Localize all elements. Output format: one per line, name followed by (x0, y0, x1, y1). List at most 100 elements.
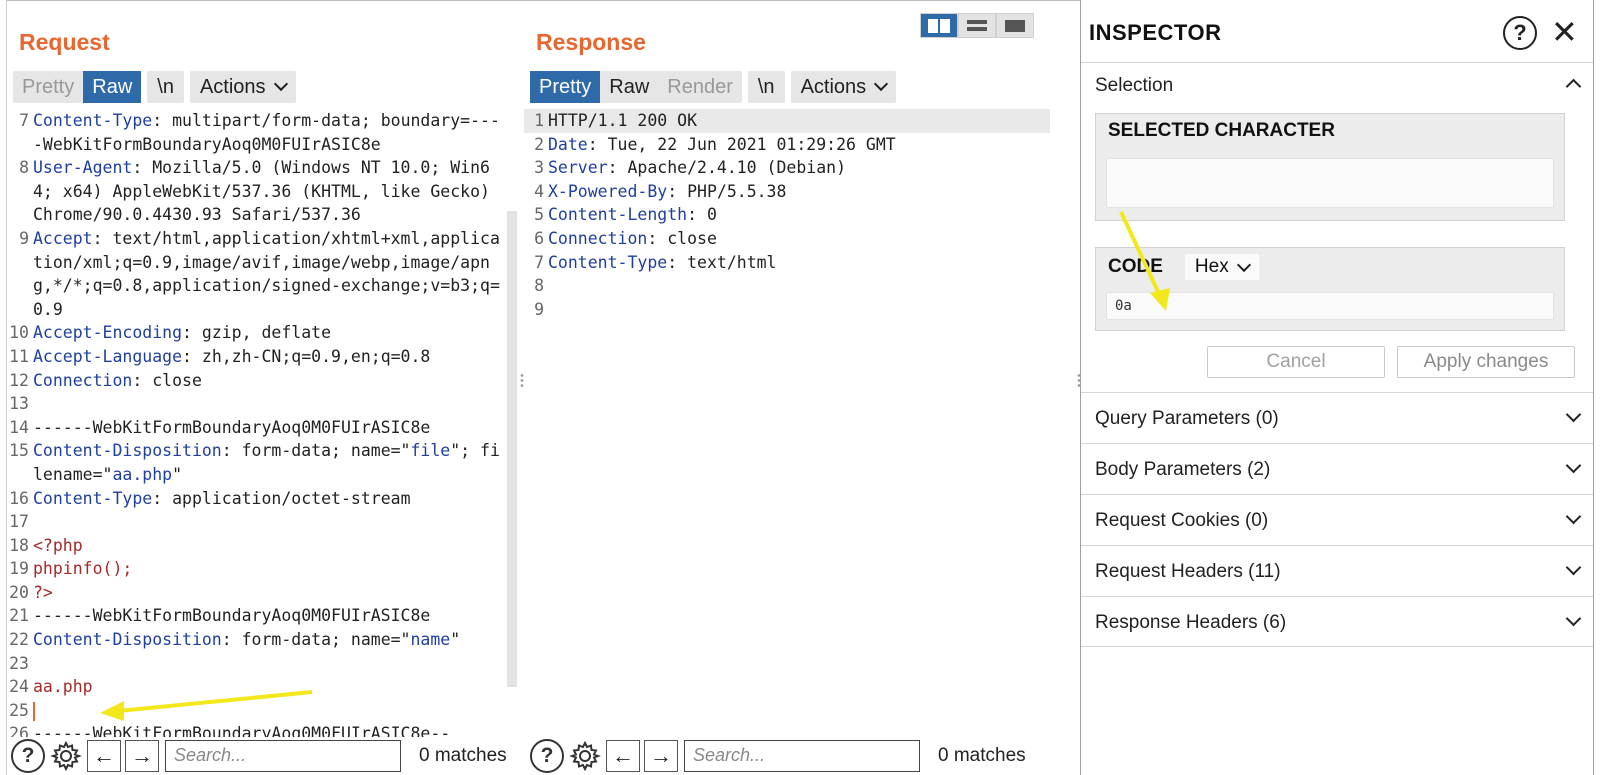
help-icon[interactable]: ? (530, 739, 564, 773)
line-text[interactable]: Content-Disposition: form-data; name="na… (33, 628, 509, 652)
response-headers-section[interactable]: Response Headers (6) (1081, 596, 1593, 647)
request-headers-section[interactable]: Request Headers (11) (1081, 545, 1593, 596)
single-tab-layout-icon[interactable] (996, 13, 1034, 38)
request-line[interactable]: 17 (9, 510, 509, 534)
line-text[interactable]: <?php (33, 534, 509, 558)
line-number: 18 (9, 535, 29, 555)
request-line[interactable]: 15 Content-Disposition: form-data; name="… (9, 439, 509, 486)
response-actions-button[interactable]: Actions (790, 71, 897, 103)
line-text[interactable]: ?> (33, 581, 509, 605)
line-text[interactable] (33, 652, 509, 676)
line-text[interactable]: Content-Length: 0 (548, 203, 1050, 227)
request-line[interactable]: 26 ------WebKitFormBoundaryAoq0M0FUIrASIC… (9, 722, 509, 737)
code-format-dropdown[interactable]: Hex (1184, 254, 1259, 280)
request-line[interactable]: 13 (9, 392, 509, 416)
request-newline-toggle[interactable]: \n (147, 71, 184, 103)
close-icon[interactable]: ✕ (1551, 14, 1578, 50)
line-number: 11 (9, 346, 29, 366)
request-line[interactable]: 11 Accept-Language: zh,zh-CN;q=0.9,en;q=0… (9, 345, 509, 369)
selection-section-header[interactable]: Selection (1081, 62, 1593, 108)
request-line[interactable]: 7 Content-Type: multipart/form-data; boun… (9, 109, 509, 156)
help-icon[interactable]: ? (1503, 16, 1537, 50)
code-value-input[interactable]: 0a (1106, 292, 1554, 320)
request-line[interactable]: 23 (9, 652, 509, 676)
line-text[interactable]: Content-Type: text/html (548, 251, 1050, 275)
response-line[interactable]: 8 (524, 274, 1050, 298)
line-text[interactable] (548, 298, 1050, 322)
response-editor[interactable]: 1 HTTP/1.1 200 OK 2 Date: Tue, 22 Jun 2021 … (524, 109, 1050, 709)
request-line[interactable]: 9 Accept: text/html,application/xhtml+xml… (9, 227, 509, 321)
response-view-tabs: Pretty Raw Render (530, 71, 742, 103)
line-text[interactable] (33, 510, 509, 534)
response-line[interactable]: 1 HTTP/1.1 200 OK (524, 109, 1050, 133)
gear-icon[interactable] (568, 739, 602, 773)
response-line[interactable]: 2 Date: Tue, 22 Jun 2021 01:29:26 GMT (524, 133, 1050, 157)
line-text[interactable]: Content-Type: multipart/form-data; bound… (33, 109, 509, 156)
request-line[interactable]: 20 ?> (9, 581, 509, 605)
line-text[interactable]: Connection: close (548, 227, 1050, 251)
line-text[interactable]: ------WebKitFormBoundaryAoq0M0FUIrASIC8e… (33, 722, 509, 737)
body-parameters-section[interactable]: Body Parameters (2) (1081, 443, 1593, 494)
cancel-button[interactable]: Cancel (1207, 346, 1385, 378)
request-line[interactable]: 8 User-Agent: Mozilla/5.0 (Windows NT 10.… (9, 156, 509, 227)
response-line[interactable]: 3 Server: Apache/2.4.10 (Debian) (524, 156, 1050, 180)
line-text[interactable] (33, 392, 509, 416)
apply-changes-button[interactable]: Apply changes (1397, 346, 1575, 378)
request-line[interactable]: 14 ------WebKitFormBoundaryAoq0M0FUIrASIC… (9, 416, 509, 440)
response-tab-render[interactable]: Render (658, 71, 742, 103)
line-text[interactable] (548, 274, 1050, 298)
response-line[interactable]: 6 Connection: close (524, 227, 1050, 251)
line-text[interactable]: ------WebKitFormBoundaryAoq0M0FUIrASIC8e (33, 416, 509, 440)
line-text[interactable]: User-Agent: Mozilla/5.0 (Windows NT 10.0… (33, 156, 509, 227)
line-text[interactable]: ------WebKitFormBoundaryAoq0M0FUIrASIC8e (33, 604, 509, 628)
response-search-input[interactable]: Search... (684, 740, 920, 772)
response-line[interactable]: 4 X-Powered-By: PHP/5.5.38 (524, 180, 1050, 204)
response-tab-raw[interactable]: Raw (600, 71, 658, 103)
request-scrollbar[interactable] (507, 211, 517, 687)
line-text[interactable]: Accept-Language: zh,zh-CN;q=0.9,en;q=0.8 (33, 345, 509, 369)
response-tab-pretty[interactable]: Pretty (530, 71, 601, 103)
request-actions-button[interactable]: Actions (189, 71, 296, 103)
request-tab-raw[interactable]: Raw (83, 71, 142, 103)
line-text[interactable]: Content-Type: application/octet-stream (33, 487, 509, 511)
layout-toggle (920, 13, 1034, 38)
line-text[interactable]: HTTP/1.1 200 OK (548, 109, 1050, 133)
line-text[interactable]: phpinfo(); (33, 557, 509, 581)
query-parameters-section[interactable]: Query Parameters (0) (1081, 392, 1593, 443)
request-tab-pretty[interactable]: Pretty (13, 71, 83, 103)
line-text[interactable]: Accept-Encoding: gzip, deflate (33, 321, 509, 345)
previous-match-icon[interactable]: ← (87, 740, 121, 772)
request-line[interactable]: 16 Content-Type: application/octet-stream (9, 487, 509, 511)
line-text[interactable]: Connection: close (33, 369, 509, 393)
split-vertical-layout-icon[interactable] (958, 13, 996, 38)
request-line[interactable]: 25 (9, 699, 509, 723)
request-cookies-section[interactable]: Request Cookies (0) (1081, 494, 1593, 545)
line-text[interactable]: aa.php (33, 675, 509, 699)
help-icon[interactable]: ? (11, 739, 45, 773)
request-editor[interactable]: 7 Content-Type: multipart/form-data; boun… (9, 109, 509, 737)
line-text[interactable]: Date: Tue, 22 Jun 2021 01:29:26 GMT (548, 133, 1050, 157)
request-line[interactable]: 10 Accept-Encoding: gzip, deflate (9, 321, 509, 345)
line-text[interactable]: Server: Apache/2.4.10 (Debian) (548, 156, 1050, 180)
request-line[interactable]: 18 <?php (9, 534, 509, 558)
previous-match-icon[interactable]: ← (606, 740, 640, 772)
response-line[interactable]: 9 (524, 298, 1050, 322)
request-search-input[interactable]: Search... (165, 740, 401, 772)
line-text[interactable]: Content-Disposition: form-data; name="fi… (33, 439, 509, 486)
next-match-icon[interactable]: → (125, 740, 159, 772)
next-match-icon[interactable]: → (644, 740, 678, 772)
request-line[interactable]: 19 phpinfo(); (9, 557, 509, 581)
gear-icon[interactable] (49, 739, 83, 773)
split-horizontal-layout-icon[interactable] (920, 13, 958, 38)
line-text[interactable] (33, 699, 509, 723)
line-text[interactable]: Accept: text/html,application/xhtml+xml,… (33, 227, 509, 321)
request-line[interactable]: 24 aa.php (9, 675, 509, 699)
response-line[interactable]: 5 Content-Length: 0 (524, 203, 1050, 227)
request-pane: Request Pretty Raw \n Actions 7 Content-T… (6, 0, 542, 775)
request-line[interactable]: 21 ------WebKitFormBoundaryAoq0M0FUIrASIC… (9, 604, 509, 628)
response-newline-toggle[interactable]: \n (747, 71, 785, 103)
request-line[interactable]: 12 Connection: close (9, 369, 509, 393)
response-line[interactable]: 7 Content-Type: text/html (524, 251, 1050, 275)
line-text[interactable]: X-Powered-By: PHP/5.5.38 (548, 180, 1050, 204)
request-line[interactable]: 22 Content-Disposition: form-data; name="… (9, 628, 509, 652)
